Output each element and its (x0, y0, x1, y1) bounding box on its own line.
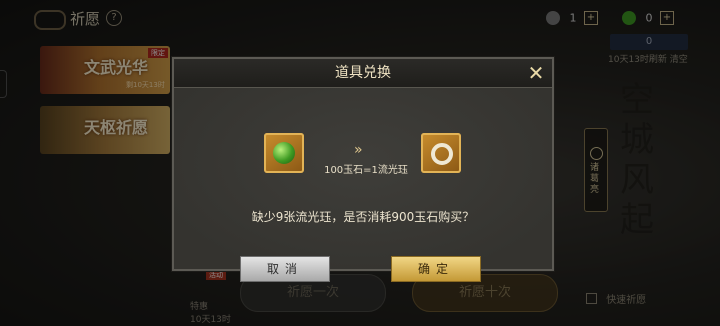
cancel-button[interactable]: 取消 (240, 256, 330, 282)
exchange-rate: 100玉石=1流光珏 (324, 165, 408, 176)
dialog-body: » 100玉石=1流光珏 缺少9张流光珏，是否消耗900玉石购买？ 取消 确定 (174, 88, 552, 282)
dialog-title: 道具兑换 (335, 65, 391, 81)
confirm-button[interactable]: 确定 (391, 256, 481, 282)
dialog-header: 道具兑换 ✕ (174, 59, 552, 88)
close-icon[interactable]: ✕ (526, 63, 546, 83)
confirm-message: 缺少9张流光珏，是否消耗900玉石购买？ (251, 210, 475, 224)
item-exchange-dialog: 道具兑换 ✕ » 100玉石=1流光珏 缺少9张流光珏，是否消耗900玉石购买？… (172, 57, 554, 282)
arrow-icon: » (354, 142, 362, 158)
